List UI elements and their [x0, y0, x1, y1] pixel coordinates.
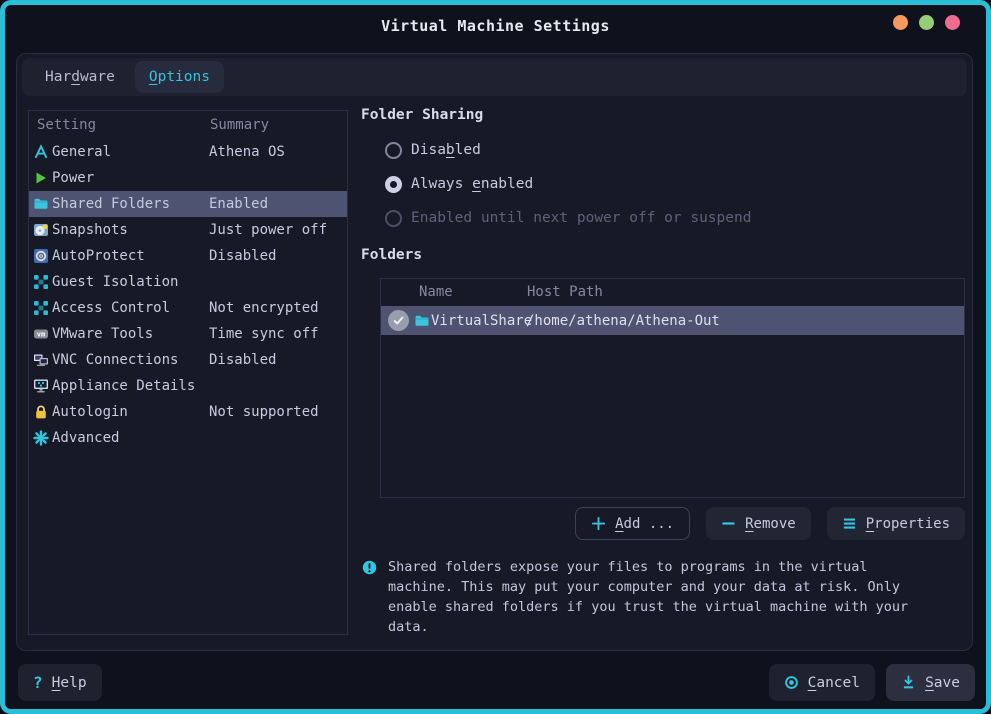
settings-row-shared-folders[interactable]: Shared Folders Enabled [29, 191, 347, 217]
settings-row-autologin[interactable]: Autologin Not supported [29, 399, 347, 425]
settings-list: Setting Summary General Athena OS Power … [28, 110, 348, 635]
plus-icon [591, 516, 606, 531]
settings-row-guest-isolation[interactable]: Guest Isolation [29, 269, 347, 295]
cancel-button[interactable]: Cancel [769, 664, 875, 701]
svg-text:vm: vm [37, 331, 45, 339]
shared-folders-warning: Shared folders expose your files to prog… [388, 557, 970, 637]
settings-row-power[interactable]: Power [29, 165, 347, 191]
minimize-circle-icon[interactable] [893, 15, 908, 30]
autologin-lock-icon [33, 404, 49, 420]
advanced-gear-icon [33, 430, 49, 446]
title-bar: Virtual Machine Settings [5, 5, 986, 47]
folders-table: Name Host Path VirtualShare /home/athena… [380, 278, 965, 498]
minus-icon [721, 516, 736, 531]
radio-disabled-icon [385, 210, 402, 227]
autoprotect-icon [33, 248, 49, 264]
power-play-icon [33, 170, 49, 186]
folder-row-virtualshare[interactable]: VirtualShare /home/athena/Athena-Out [381, 306, 964, 335]
folders-table-header: Name Host Path [381, 279, 964, 306]
properties-button[interactable]: Properties [827, 507, 965, 540]
settings-list-header: Setting Summary [29, 111, 347, 139]
folder-icon [414, 313, 430, 329]
column-name: Name [419, 284, 453, 300]
settings-row-access-control[interactable]: Access Control Not encrypted [29, 295, 347, 321]
maximize-circle-icon[interactable] [919, 15, 934, 30]
remove-button[interactable]: Remove [706, 507, 811, 540]
settings-row-autoprotect[interactable]: AutoProtect Disabled [29, 243, 347, 269]
radio-disabled[interactable]: Disabled [385, 138, 481, 162]
settings-row-vmware-tools[interactable]: vm VMware Tools Time sync off [29, 321, 347, 347]
help-button[interactable]: ? Help [18, 664, 102, 701]
radio-checked-icon [385, 176, 402, 193]
settings-row-vnc-connections[interactable]: VNC Connections Disabled [29, 347, 347, 373]
vmware-tools-icon: vm [33, 326, 49, 342]
folder-buttons: Add ... Remove Properties [380, 507, 965, 540]
list-lines-icon [842, 516, 857, 531]
window-controls [893, 15, 960, 30]
radio-enabled-until-power-off[interactable]: Enabled until next power off or suspend [385, 206, 751, 230]
close-circle-icon[interactable] [945, 15, 960, 30]
athena-logo-icon [33, 144, 49, 160]
tab-options[interactable]: Options [135, 61, 224, 93]
folder-host-path: /home/athena/Athena-Out [526, 313, 720, 329]
tab-hardware[interactable]: Hardware [31, 61, 129, 93]
question-mark-icon: ? [33, 673, 43, 692]
appliance-details-icon [33, 378, 49, 394]
guest-isolation-icon [33, 274, 49, 290]
radio-unchecked-icon [385, 142, 402, 159]
settings-row-snapshots[interactable]: Snapshots Just power off [29, 217, 347, 243]
snapshots-disc-icon [33, 222, 49, 238]
warning-icon [362, 560, 377, 575]
folder-name: VirtualShare [431, 313, 532, 329]
column-host-path: Host Path [527, 284, 603, 300]
download-save-icon [901, 675, 916, 690]
tab-strip: Hardware Options [22, 58, 967, 96]
settings-row-general[interactable]: General Athena OS [29, 139, 347, 165]
window-title: Virtual Machine Settings [381, 17, 610, 35]
add-button[interactable]: Add ... [575, 507, 690, 540]
folder-sharing-title: Folder Sharing [361, 107, 483, 123]
access-control-icon [33, 300, 49, 316]
settings-row-advanced[interactable]: Advanced [29, 425, 347, 451]
settings-dialog-body: Hardware Options Setting Summary General… [16, 53, 973, 651]
vm-settings-window: Virtual Machine Settings Hardware Option… [0, 0, 991, 714]
settings-row-appliance-details[interactable]: Appliance Details [29, 373, 347, 399]
folders-title: Folders [361, 247, 422, 263]
radio-always-enabled[interactable]: Always enabled [385, 172, 533, 196]
cancel-circle-icon [784, 675, 799, 690]
shared-folder-icon [33, 196, 49, 212]
save-button[interactable]: Save [886, 664, 975, 701]
column-summary: Summary [210, 117, 269, 133]
checkbox-checked-icon[interactable] [388, 310, 409, 331]
column-setting: Setting [37, 117, 96, 133]
vnc-connections-icon [33, 352, 49, 368]
